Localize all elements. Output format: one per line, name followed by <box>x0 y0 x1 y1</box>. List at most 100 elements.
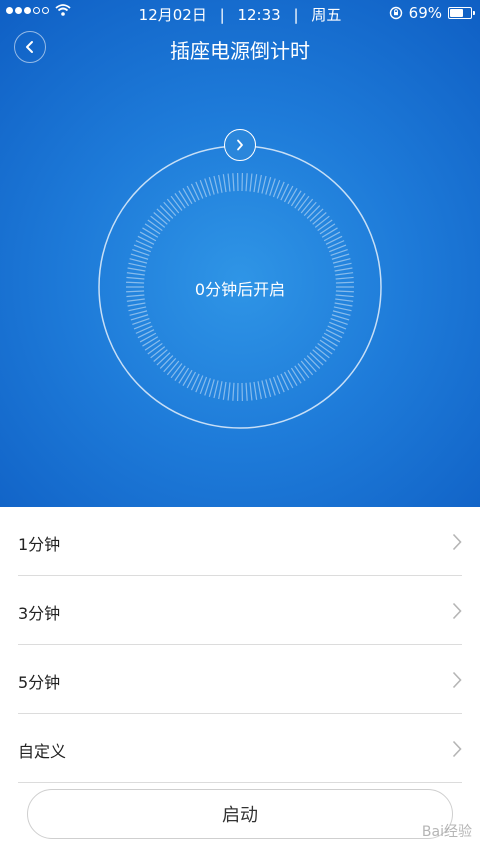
dial-tick <box>166 360 180 376</box>
dial-tick <box>312 212 327 225</box>
dial-tick <box>222 381 227 400</box>
dial-tick <box>182 369 193 387</box>
dial-tick <box>144 223 161 235</box>
dial-tick <box>283 185 294 203</box>
dial-tick <box>287 187 298 205</box>
dial-tick <box>306 355 321 369</box>
dial-tick <box>245 173 248 192</box>
dial-tick <box>174 365 186 381</box>
start-button[interactable]: 启动 <box>27 789 453 839</box>
countdown-dial: 0分钟后开启 <box>0 0 480 507</box>
dial-tick <box>335 272 354 276</box>
dial-tick <box>178 190 190 207</box>
dial-tick <box>170 363 183 379</box>
option-3-minutes[interactable]: 3分钟 <box>18 576 462 645</box>
dial-tick <box>166 198 180 214</box>
dial-tick <box>265 379 272 397</box>
dial-tick <box>290 367 302 384</box>
dial-tick <box>170 195 183 211</box>
dial-tick <box>147 342 163 355</box>
dial-tick <box>294 193 306 209</box>
dial-tick <box>257 381 262 400</box>
dial-tick <box>331 253 350 260</box>
dial-tick <box>213 175 219 194</box>
dial-tick <box>300 198 314 214</box>
dial-tick <box>303 201 317 217</box>
dial-tick <box>319 339 336 351</box>
watermark: Bai经验 <box>421 824 472 840</box>
duration-options-list: 1分钟 3分钟 5分钟 自定义 <box>0 507 480 783</box>
dial-tick <box>139 332 157 343</box>
dial-tick <box>222 174 227 193</box>
dial-tick <box>159 355 174 369</box>
dial-tick <box>253 381 258 400</box>
dial-tick <box>127 267 146 272</box>
dial-tick <box>218 174 223 193</box>
dial-tick <box>156 208 171 222</box>
dial-tick <box>294 365 306 381</box>
chevron-right-icon <box>452 533 462 551</box>
dial-tick <box>142 336 159 347</box>
dial-tick <box>182 187 193 205</box>
chevron-right-icon <box>237 139 243 151</box>
dial-tick <box>306 205 321 219</box>
dial-tick <box>321 336 338 347</box>
dial-tick <box>227 382 231 401</box>
dial-tick <box>150 346 166 359</box>
dial-tick <box>261 380 267 399</box>
dial-tick <box>186 371 197 389</box>
dial-tick <box>227 173 231 192</box>
dial-tick <box>319 223 336 235</box>
dial-tick <box>317 342 333 355</box>
dial-tick <box>232 382 235 401</box>
dial-tick <box>147 219 163 232</box>
dial-tick <box>208 379 215 397</box>
option-label: 1分钟 <box>18 535 61 554</box>
dial-tick <box>332 258 351 264</box>
countdown-status: 0分钟后开启 <box>194 280 286 299</box>
dial-tick <box>331 314 350 321</box>
dial-tick <box>334 302 353 307</box>
dial-tick <box>312 349 327 362</box>
option-label: 5分钟 <box>18 673 61 692</box>
dial-tick <box>232 173 235 192</box>
option-label: 自定义 <box>18 742 67 761</box>
dial-tick <box>333 306 352 312</box>
dial-tick <box>159 205 174 219</box>
dial-tick <box>245 382 248 401</box>
hero-panel: 12月02日 | 12:33 | 周五 69% 插座电源倒计时 0分钟后开启 <box>0 0 480 507</box>
dial-next-button[interactable] <box>224 129 256 161</box>
dial-tick <box>261 175 267 194</box>
dial-tick <box>129 310 148 316</box>
dial-tick <box>309 352 324 366</box>
dial-tick <box>321 227 338 238</box>
dial-tick <box>303 357 317 373</box>
dial-graphic <box>98 145 382 429</box>
dial-tick <box>156 352 171 366</box>
dial-tick <box>150 215 166 228</box>
chevron-right-icon <box>452 602 462 620</box>
dial-tick <box>144 339 161 351</box>
dial-tick <box>130 314 149 321</box>
dial-tick <box>129 258 148 264</box>
dial-tick <box>332 310 351 316</box>
dial-tick <box>153 212 168 225</box>
dial-tick <box>333 262 352 268</box>
dial-tick <box>128 306 147 312</box>
dial-tick <box>300 360 314 376</box>
dial-tick <box>323 231 341 242</box>
dial-tick <box>249 382 253 401</box>
chevron-right-icon <box>452 671 462 689</box>
option-custom[interactable]: 自定义 <box>18 714 462 783</box>
dial-tick <box>213 380 219 399</box>
dial-tick <box>153 349 168 362</box>
option-1-minute[interactable]: 1分钟 <box>18 507 462 576</box>
option-5-minutes[interactable]: 5分钟 <box>18 645 462 714</box>
dial-tick <box>297 195 310 211</box>
dial-tick <box>317 219 333 232</box>
dial-tick <box>283 371 294 389</box>
dial-tick <box>297 363 310 379</box>
dial-tick <box>128 262 147 268</box>
dial-tick <box>249 173 253 192</box>
dial-tick <box>314 346 330 359</box>
